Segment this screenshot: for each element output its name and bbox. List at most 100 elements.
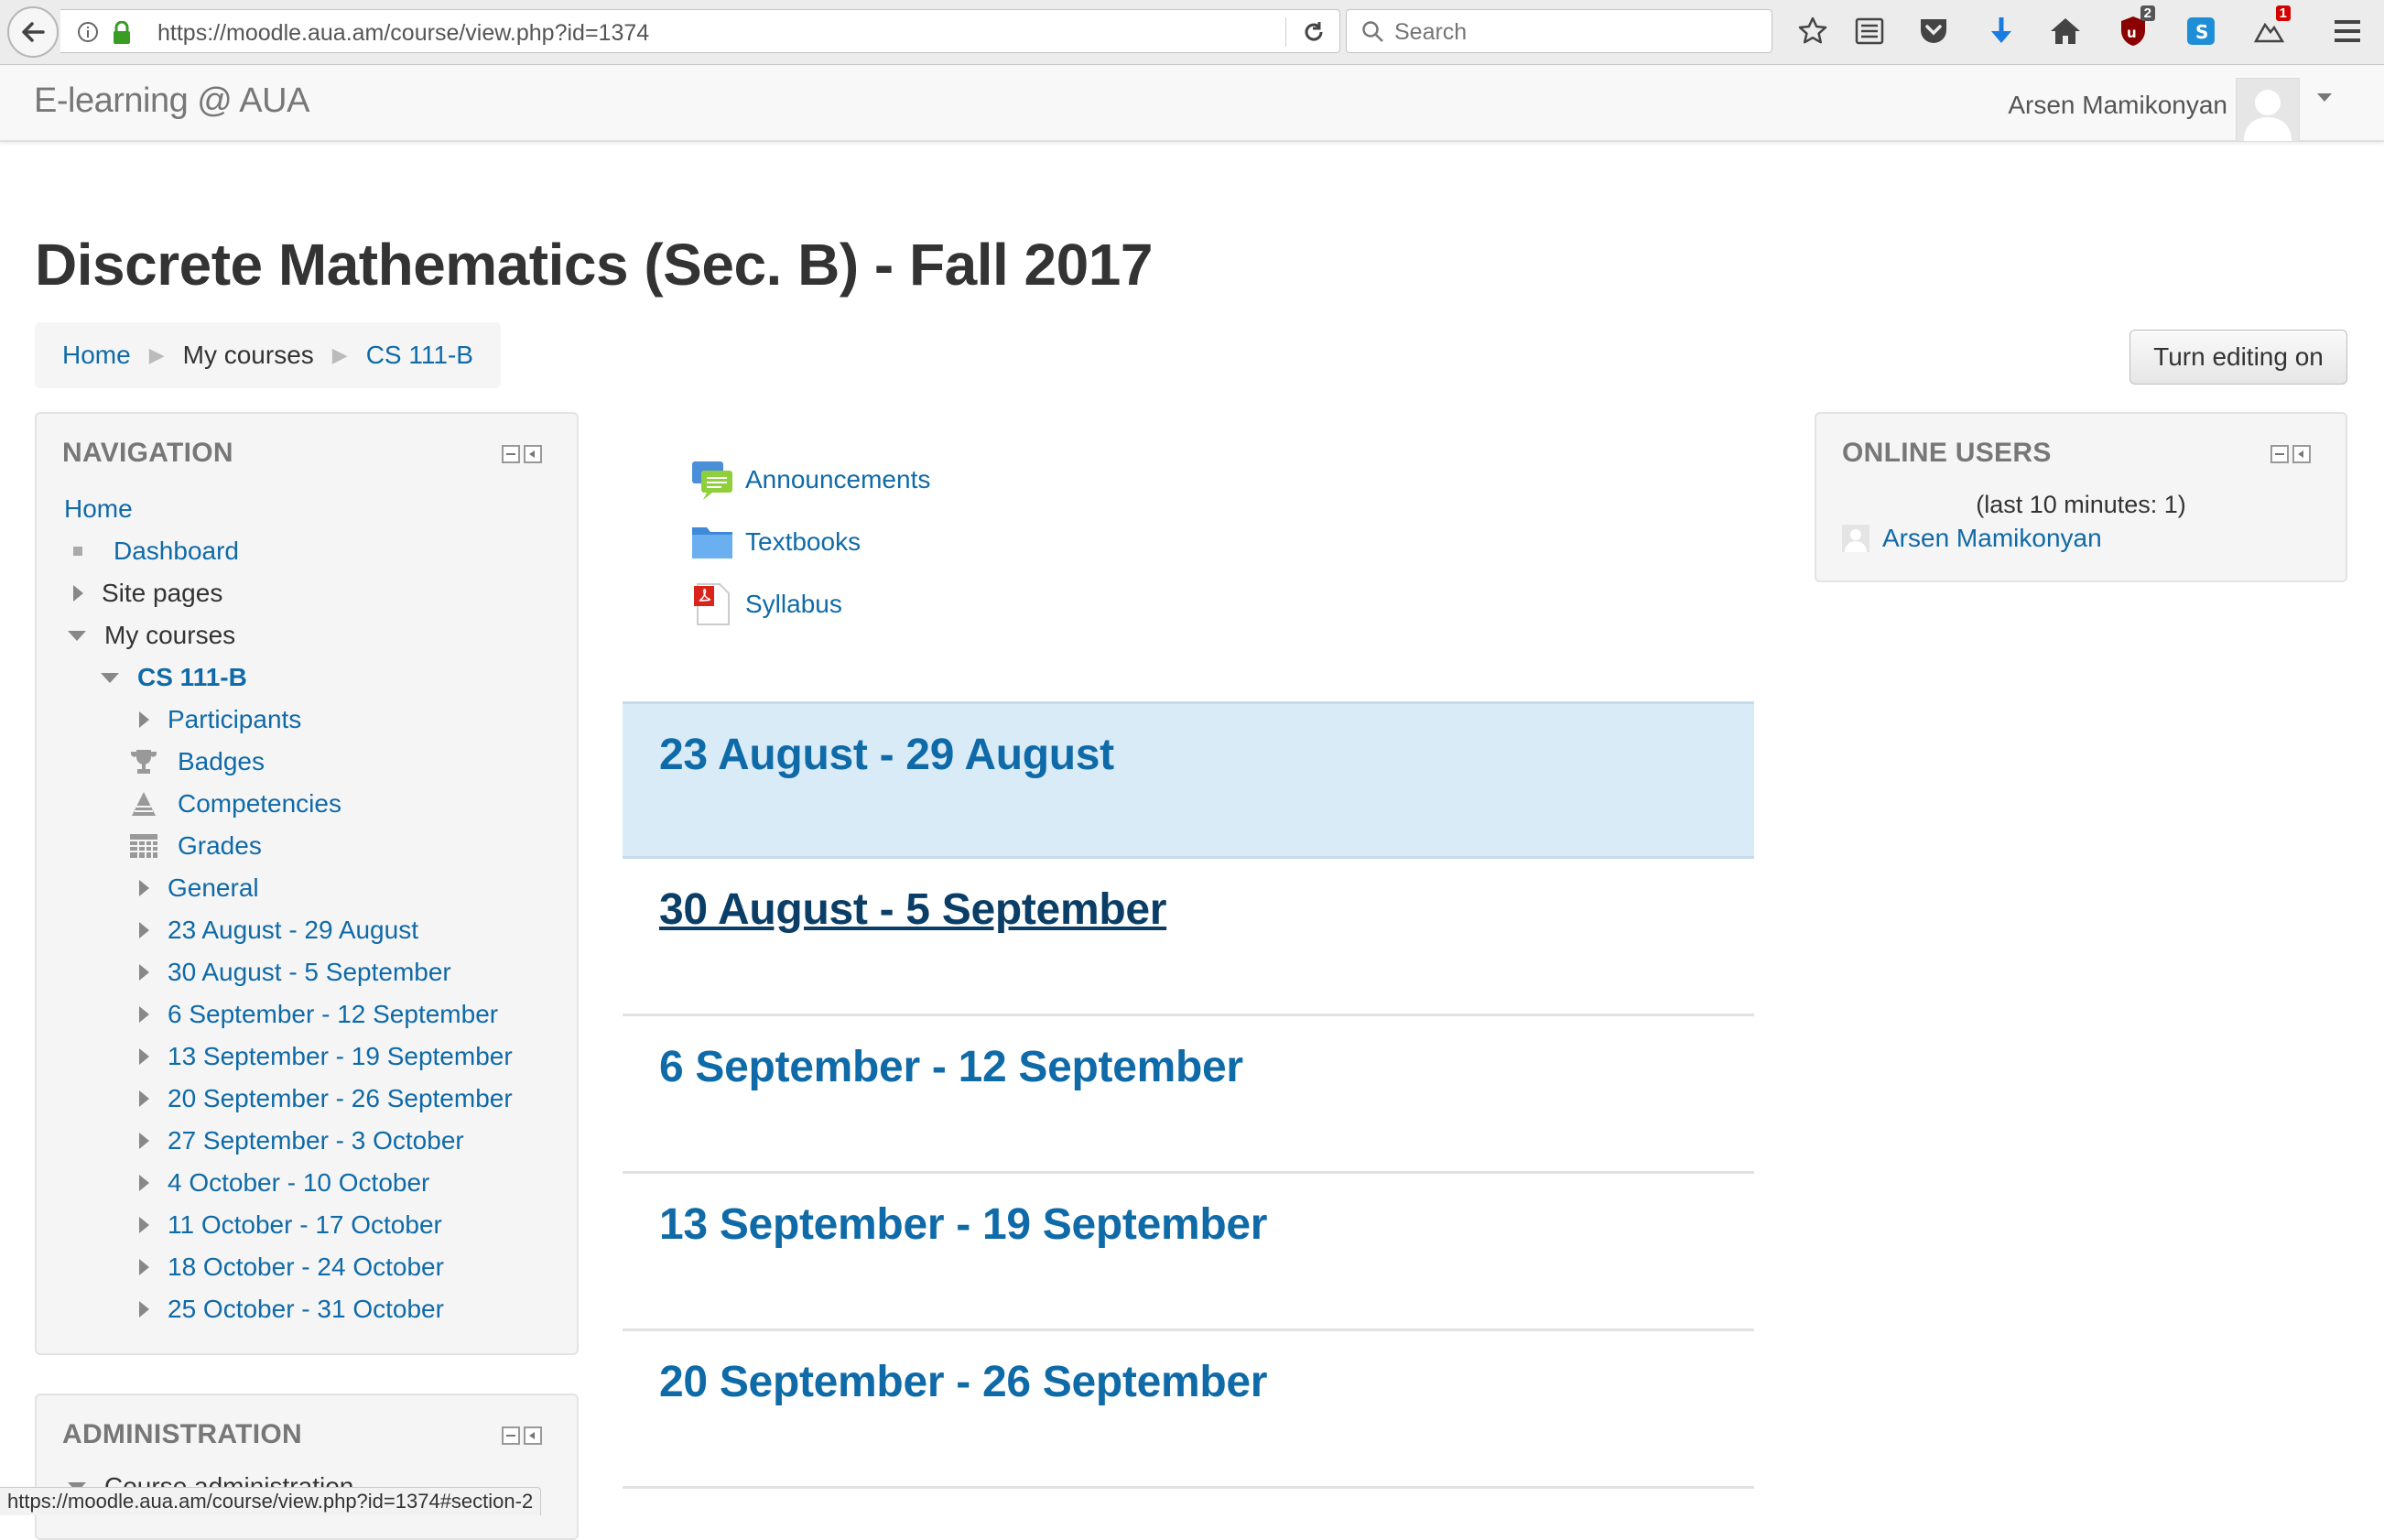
section-title[interactable]: 6 September - 12 September (659, 1042, 1243, 1092)
nav-grades-label[interactable]: Grades (178, 831, 262, 861)
nav-my-courses-label[interactable]: My courses (104, 621, 235, 650)
nav-grades[interactable]: Grades (128, 831, 262, 861)
section-title[interactable]: 13 September - 19 September (659, 1199, 1267, 1250)
nav-week[interactable]: 27 September - 3 October (139, 1126, 464, 1155)
activity-textbooks[interactable]: Textbooks (690, 520, 861, 564)
nav-course-label[interactable]: CS 111-B (137, 663, 247, 692)
user-name[interactable]: Arsen Mamikonyan (2008, 91, 2227, 120)
search-bar[interactable] (1346, 9, 1772, 53)
pocket-icon[interactable] (1915, 13, 1952, 49)
expand-arrow-icon[interactable] (139, 880, 149, 896)
nav-my-courses[interactable]: My courses (68, 621, 235, 650)
collapse-arrow-icon[interactable] (101, 672, 119, 683)
bookmark-star-icon[interactable] (1794, 13, 1831, 49)
reload-icon[interactable] (1301, 19, 1327, 45)
back-button[interactable] (7, 6, 59, 58)
breadcrumb-course[interactable]: CS 111-B (366, 341, 473, 370)
nav-site-pages-label[interactable]: Site pages (102, 579, 222, 608)
extension-icon[interactable]: 1 (2250, 5, 2291, 49)
url-text[interactable]: https://moodle.aua.am/course/view.php?id… (157, 20, 649, 47)
expand-arrow-icon[interactable] (139, 1048, 149, 1065)
nav-week[interactable]: 20 September - 26 September (139, 1084, 513, 1113)
nav-week-label[interactable]: 25 October - 31 October (168, 1295, 444, 1324)
nav-competencies[interactable]: Competencies (128, 789, 341, 819)
dock-icon[interactable] (524, 445, 542, 463)
collapse-arrow-icon[interactable] (68, 630, 86, 641)
info-icon[interactable] (77, 21, 99, 43)
nav-week-label[interactable]: 13 September - 19 September (168, 1042, 513, 1071)
nav-participants[interactable]: Participants (139, 705, 301, 734)
expand-arrow-icon[interactable] (139, 964, 149, 981)
nav-week-label[interactable]: 27 September - 3 October (168, 1126, 464, 1155)
nav-course[interactable]: CS 111-B (101, 663, 247, 692)
expand-arrow-icon[interactable] (139, 1259, 149, 1275)
nav-week-label[interactable]: 23 August - 29 August (168, 916, 418, 945)
activity-announcements[interactable]: Announcements (690, 458, 930, 502)
nav-week[interactable]: 18 October - 24 October (139, 1253, 444, 1282)
nav-home-label[interactable]: Home (64, 494, 133, 524)
activity-syllabus[interactable]: Syllabus (690, 582, 842, 626)
ublock-icon[interactable]: u 2 (2115, 5, 2155, 49)
menu-icon[interactable] (2329, 13, 2366, 49)
activity-syllabus-label[interactable]: Syllabus (745, 590, 842, 619)
nav-badges[interactable]: Badges (128, 747, 265, 776)
site-name[interactable]: E-learning @ AUA (34, 81, 309, 121)
url-bar[interactable]: https://moodle.aua.am/course/view.php?id… (60, 9, 1340, 53)
nav-participants-label[interactable]: Participants (168, 705, 301, 734)
expand-arrow-icon[interactable] (139, 1175, 149, 1191)
expand-arrow-icon[interactable] (73, 585, 83, 602)
nav-general[interactable]: General (139, 873, 259, 903)
section-title[interactable]: 30 August - 5 September (659, 884, 1166, 935)
avatar[interactable] (2236, 78, 2300, 142)
home-icon[interactable] (2047, 13, 2084, 49)
search-input[interactable] (1392, 16, 1762, 49)
breadcrumb: Home ▶ My courses ▶ CS 111-B (35, 322, 501, 388)
section-title[interactable]: 23 August - 29 August (659, 730, 1114, 780)
nav-home[interactable]: Home (64, 494, 133, 524)
expand-arrow-icon[interactable] (139, 711, 149, 728)
section-title[interactable]: 20 September - 26 September (659, 1357, 1267, 1407)
nav-week-label[interactable]: 30 August - 5 September (168, 958, 451, 987)
expand-arrow-icon[interactable] (139, 1217, 149, 1233)
dock-icon[interactable] (524, 1426, 542, 1445)
breadcrumb-my-courses[interactable]: My courses (183, 341, 314, 370)
nav-week[interactable]: 25 October - 31 October (139, 1295, 444, 1324)
breadcrumb-home[interactable]: Home (62, 341, 131, 370)
nav-general-label[interactable]: General (168, 873, 259, 903)
nav-week-label[interactable]: 6 September - 12 September (168, 1000, 498, 1029)
nav-week[interactable]: 6 September - 12 September (139, 1000, 498, 1029)
skype-icon[interactable]: S (2183, 13, 2219, 49)
nav-week[interactable]: 23 August - 29 August (139, 916, 418, 945)
collapse-icon[interactable] (502, 445, 520, 463)
online-user-name[interactable]: Arsen Mamikonyan (1882, 524, 2102, 553)
nav-week-label[interactable]: 4 October - 10 October (168, 1168, 429, 1198)
expand-arrow-icon[interactable] (139, 1133, 149, 1149)
expand-arrow-icon[interactable] (139, 1006, 149, 1023)
nav-week-label[interactable]: 20 September - 26 September (168, 1084, 513, 1113)
nav-week[interactable]: 13 September - 19 September (139, 1042, 513, 1071)
online-user-item[interactable]: Arsen Mamikonyan (1842, 524, 2102, 553)
nav-week[interactable]: 4 October - 10 October (139, 1168, 429, 1198)
activity-textbooks-label[interactable]: Textbooks (745, 527, 861, 557)
turn-editing-on-button[interactable]: Turn editing on (2129, 330, 2347, 385)
reading-list-icon[interactable] (1851, 13, 1888, 49)
collapse-icon[interactable] (502, 1426, 520, 1445)
dock-icon[interactable] (2292, 445, 2311, 463)
nav-site-pages[interactable]: Site pages (73, 579, 222, 608)
activity-announcements-label[interactable]: Announcements (745, 465, 930, 494)
nav-dashboard[interactable]: Dashboard (73, 537, 239, 566)
nav-badges-label[interactable]: Badges (178, 747, 265, 776)
chevron-down-icon[interactable] (2316, 92, 2333, 103)
nav-competencies-label[interactable]: Competencies (178, 789, 341, 819)
nav-week[interactable]: 30 August - 5 September (139, 958, 451, 987)
collapse-icon[interactable] (2270, 445, 2289, 463)
nav-week[interactable]: 11 October - 17 October (139, 1210, 442, 1240)
expand-arrow-icon[interactable] (139, 1301, 149, 1318)
download-icon[interactable] (1983, 13, 2020, 49)
expand-arrow-icon[interactable] (139, 922, 149, 938)
nav-week-label[interactable]: 18 October - 24 October (168, 1253, 444, 1282)
expand-arrow-icon[interactable] (139, 1090, 149, 1107)
nav-dashboard-label[interactable]: Dashboard (114, 537, 239, 566)
nav-week-label[interactable]: 11 October - 17 October (168, 1210, 442, 1240)
pdf-icon (694, 583, 730, 625)
